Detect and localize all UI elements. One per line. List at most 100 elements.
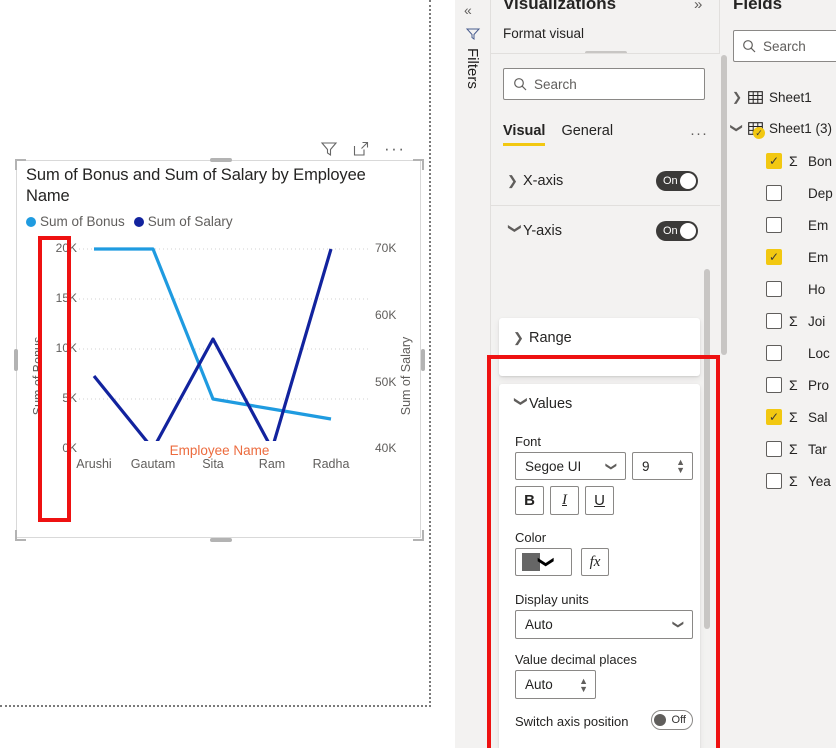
card-values[interactable]: ❯ Values Font Segoe UI ❯ 9 ▲ ▼ B I U Col… (499, 384, 700, 748)
resize-handle-bottom-left[interactable] (15, 530, 26, 541)
legend-item-bonus[interactable]: Sum of Bonus (26, 214, 125, 229)
underline-button[interactable]: U (585, 486, 614, 515)
stepper-arrows-icon[interactable]: ▲ ▼ (579, 676, 588, 693)
format-pane-scrollbar[interactable] (704, 269, 710, 629)
display-units-label: Display units (515, 592, 589, 607)
field-row-salary[interactable]: Σ Sal (720, 401, 836, 433)
card-values-header[interactable]: ❯ Values (499, 384, 700, 424)
field-checkbox-joining-date[interactable] (766, 313, 782, 329)
fields-title: Fields (733, 0, 783, 13)
field-row-department[interactable]: Σ Dep (720, 177, 836, 209)
fields-table-sheet1-3[interactable]: ❯ ✓ Sheet1 (3) (720, 113, 836, 143)
collapse-pane-icon[interactable]: « (464, 2, 472, 18)
format-visual-label: Format visual (503, 26, 585, 41)
field-checkbox-project[interactable] (766, 377, 782, 393)
fields-pane-scrollbar[interactable] (721, 55, 727, 355)
resize-handle-top[interactable] (210, 158, 232, 162)
table-icon (748, 90, 763, 104)
y-axis-title-left: Sum of Bonus (31, 336, 45, 416)
filters-rail[interactable]: « Filters (455, 0, 491, 748)
section-y-axis[interactable]: ❯ Y-axis On (491, 206, 720, 256)
chevron-down-icon: ❯ (604, 461, 617, 471)
font-family-dropdown[interactable]: Segoe UI ❯ (515, 452, 626, 480)
series-line-bonus (94, 247, 332, 421)
resize-handle-top-right[interactable] (413, 159, 424, 170)
format-subtabs: Visual General ··· (503, 116, 708, 150)
y-axis-toggle[interactable]: On (656, 221, 698, 241)
field-row-hours[interactable]: Σ Ho (720, 273, 836, 305)
resize-handle-top-left[interactable] (15, 159, 26, 170)
resize-handle-right[interactable] (421, 349, 425, 371)
field-checkbox-years[interactable] (766, 473, 782, 489)
fields-table-sheet1[interactable]: ❯ Sheet1 (720, 82, 836, 112)
display-units-dropdown[interactable]: Auto ❯ (515, 610, 693, 639)
bold-button[interactable]: B (515, 486, 544, 515)
field-row-joining-date[interactable]: Σ Joi (720, 305, 836, 337)
subtab-general[interactable]: General (561, 123, 613, 143)
line-chart-visual[interactable]: Sum of Bonus and Sum of Salary by Employ… (14, 158, 425, 542)
x-axis-toggle[interactable]: On (656, 170, 698, 191)
more-options-icon[interactable]: ··· (384, 140, 405, 157)
resize-handle-left[interactable] (14, 349, 18, 371)
font-size-stepper[interactable]: 9 ▲ ▼ (632, 452, 693, 480)
field-checkbox-hours[interactable] (766, 281, 782, 297)
field-label-project: Pro (808, 377, 830, 393)
field-checkbox-employee-id[interactable] (766, 217, 782, 233)
x-category-0: Arushi (76, 457, 112, 471)
section-x-axis-label: X-axis (523, 172, 564, 189)
field-row-project[interactable]: Σ Pro (720, 369, 836, 401)
field-label-years: Yea (808, 473, 831, 489)
focus-mode-icon[interactable] (352, 140, 370, 158)
field-row-years[interactable]: Σ Yea (720, 465, 836, 497)
chart-plot-area[interactable]: 20K 15K 10K 5K 0K 70K 60K 50K 40K Arushi… (17, 241, 422, 539)
field-checkbox-target[interactable] (766, 441, 782, 457)
conditional-formatting-button[interactable]: fx (581, 548, 609, 576)
stepper-arrows-icon[interactable]: ▲ ▼ (676, 458, 685, 475)
field-checkbox-employee-name[interactable] (766, 249, 782, 265)
field-row-employee-id[interactable]: Σ Em (720, 209, 836, 241)
fields-search-input[interactable]: Search (733, 30, 836, 62)
card-range[interactable]: ❯ Range (499, 318, 700, 376)
legend-item-salary[interactable]: Sum of Salary (133, 214, 233, 229)
field-checkbox-location[interactable] (766, 345, 782, 361)
section-x-axis[interactable]: ❯ X-axis On (491, 156, 720, 206)
y-axis-toggle-label: On (663, 225, 678, 237)
search-icon (514, 78, 527, 91)
y-tick-right-3: 70K (375, 241, 397, 255)
search-icon (743, 40, 756, 53)
y-axis-toggle-knob (680, 223, 696, 239)
field-checkbox-bonus[interactable] (766, 153, 782, 169)
resize-handle-bottom[interactable] (210, 538, 232, 542)
italic-button[interactable]: I (550, 486, 579, 515)
font-label: Font (515, 434, 542, 449)
chevron-right-icon[interactable]: ❯ (732, 90, 742, 104)
field-row-employee-name[interactable]: Σ Em (720, 241, 836, 273)
subtabs-more-icon[interactable]: ··· (690, 125, 708, 142)
card-range-header[interactable]: ❯ Range (499, 318, 700, 358)
value-decimal-places-value: Auto (525, 677, 553, 692)
measure-sigma-icon: Σ (789, 409, 798, 425)
funnel-icon[interactable] (465, 26, 481, 42)
x-category-1: Gautam (130, 457, 176, 471)
bold-label: B (524, 492, 535, 509)
chevron-down-icon[interactable]: ❯ (730, 123, 744, 133)
format-search-input[interactable]: Search (503, 68, 705, 100)
value-decimal-places-stepper[interactable]: Auto ▲ ▼ (515, 670, 596, 699)
chart-svg (79, 247, 369, 441)
chevron-right-icon: ❯ (507, 172, 518, 188)
resize-handle-bottom-right[interactable] (413, 530, 424, 541)
report-canvas-area: ··· Sum of Bonus and Sum of Salary by Em… (0, 0, 455, 748)
field-checkbox-salary[interactable] (766, 409, 782, 425)
filter-icon[interactable] (320, 140, 338, 158)
switch-axis-position-toggle[interactable]: Off (651, 710, 693, 730)
field-label-employee-id: Em (808, 217, 829, 233)
x-axis-toggle-label: On (663, 174, 678, 187)
expand-pane-icon[interactable]: » (694, 0, 702, 13)
switch-axis-position-toggle-label: Off (671, 714, 686, 726)
field-row-bonus[interactable]: Σ Bon (720, 145, 836, 177)
subtab-visual[interactable]: Visual (503, 123, 546, 146)
font-color-picker[interactable]: ❯ (515, 548, 572, 576)
field-row-target[interactable]: Σ Tar (720, 433, 836, 465)
field-checkbox-department[interactable] (766, 185, 782, 201)
field-row-location[interactable]: Σ Loc (720, 337, 836, 369)
